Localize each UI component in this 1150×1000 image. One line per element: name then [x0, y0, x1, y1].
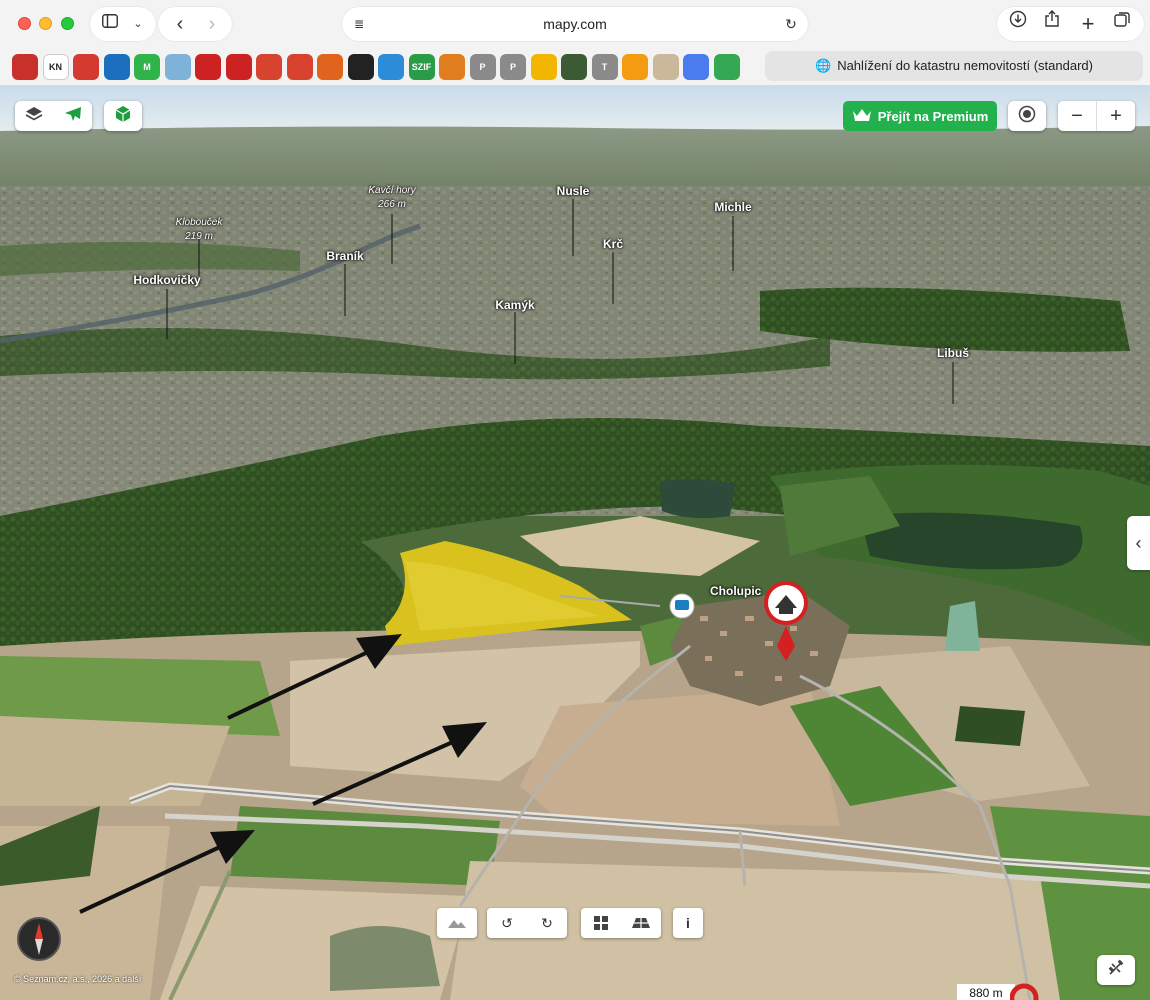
place-label-kloboucek[interactable]: Klobouček 219 m	[176, 216, 223, 244]
tab-overview-icon[interactable]	[1107, 7, 1137, 41]
terrain-toggle-group	[437, 908, 477, 938]
browser-titlebar: ⌄ ‹ › ≣ mapy.com ↻ +	[0, 0, 1150, 48]
3d-view-button[interactable]	[104, 101, 142, 131]
favorites-bar: 🌐 Nahlížení do katastru nemovitostí (stan…	[0, 48, 1150, 86]
perspective-view-icon[interactable]	[621, 908, 661, 938]
close-window-button[interactable]	[18, 17, 31, 30]
satellite-icon	[1107, 959, 1125, 982]
fav-11-icon[interactable]	[317, 54, 343, 80]
fav-15-icon[interactable]	[439, 54, 465, 80]
fav-24-icon[interactable]	[713, 54, 740, 80]
fav-p1-icon[interactable]: P	[469, 54, 496, 80]
sidebar-toggle-group: ⌄	[90, 7, 156, 41]
fav-szif-icon[interactable]: SZIF	[408, 54, 435, 80]
zoom-out-button[interactable]: −	[1058, 101, 1096, 131]
satellite-layer-button[interactable]	[1097, 955, 1135, 985]
back-button[interactable]: ‹	[166, 7, 194, 41]
download-icon[interactable]	[1003, 7, 1033, 41]
fav-10-icon[interactable]	[286, 54, 313, 80]
crown-icon	[852, 108, 872, 125]
zoom-in-button[interactable]: +	[1096, 101, 1135, 131]
place-label-kamyk[interactable]: Kamýk	[495, 298, 534, 312]
place-label-libus[interactable]: Libuš	[937, 346, 969, 360]
top-down-view-icon[interactable]	[581, 908, 621, 938]
place-label-nusle[interactable]: Nusle	[557, 184, 590, 198]
side-panel-toggle[interactable]: ‹	[1127, 516, 1150, 570]
fav-t-icon[interactable]: T	[591, 54, 618, 80]
navigation-group: ‹ ›	[158, 7, 232, 41]
place-label-michle[interactable]: Michle	[714, 200, 751, 214]
fav-1-icon[interactable]	[12, 54, 38, 80]
place-name: Klobouček	[175, 217, 223, 228]
copyright-text[interactable]: © Seznam.cz, a.s., 2026 a další	[14, 974, 141, 984]
chevron-down-icon[interactable]: ⌄	[126, 7, 150, 41]
fav-9-icon[interactable]	[256, 54, 282, 80]
place-label-cholupice[interactable]: Cholupic	[710, 584, 761, 598]
place-label-krc[interactable]: Krč	[603, 237, 623, 251]
fav-kn-icon[interactable]: KN	[42, 54, 69, 80]
place-label-branik[interactable]: Braník	[326, 249, 363, 263]
fav-12-icon[interactable]	[347, 54, 374, 80]
fav-m-icon[interactable]: M	[134, 54, 160, 80]
rotate-right-icon[interactable]: ↻	[527, 908, 567, 938]
place-elevation: 266 m	[378, 199, 406, 210]
terrain-mountain-icon[interactable]	[437, 908, 477, 938]
maximize-window-button[interactable]	[61, 17, 74, 30]
sidebar-icon[interactable]	[98, 7, 122, 41]
satellite-3d-terrain	[0, 86, 1150, 1000]
layer-mode-group	[15, 101, 92, 131]
place-name: Kavčí hory	[368, 185, 416, 196]
fav-21-icon[interactable]	[622, 54, 648, 80]
reload-icon[interactable]: ↻	[780, 7, 802, 41]
place-elevation: 219 m	[185, 231, 213, 242]
mapy-logo-icon	[1010, 983, 1039, 1000]
compass-icon[interactable]	[17, 917, 61, 961]
fav-23-icon[interactable]	[683, 54, 709, 80]
premium-label: Přejít na Premium	[877, 108, 989, 124]
fav-p2-icon[interactable]: P	[500, 54, 526, 80]
zoom-control: − +	[1058, 101, 1135, 131]
minimize-window-button[interactable]	[39, 17, 52, 30]
place-label-kavci-hory[interactable]: Kavčí hory 266 m	[368, 184, 415, 212]
layers-icon[interactable]	[25, 106, 43, 127]
premium-button[interactable]: Přejít na Premium	[843, 101, 997, 131]
rotate-group: ↺ ↻	[487, 908, 567, 938]
share-icon[interactable]	[1037, 7, 1067, 41]
airplane-icon[interactable]	[64, 105, 82, 128]
place-label-hodkovicky[interactable]: Hodkovičky	[133, 273, 200, 287]
map-scale: 880 m	[957, 984, 1015, 1000]
tab-katastr[interactable]: 🌐 Nahlížení do katastru nemovitostí (stan…	[765, 51, 1143, 81]
map-viewport[interactable]: Kavčí hory 266 m Klobouček 219 m Nusle Mic…	[0, 86, 1150, 1000]
fav-18-icon[interactable]	[530, 54, 557, 80]
tab-title: Nahlížení do katastru nemovitostí (stand…	[837, 58, 1093, 73]
fav-3-icon[interactable]	[73, 54, 99, 80]
fav-13-icon[interactable]	[378, 54, 404, 80]
info-button[interactable]: i	[673, 908, 703, 938]
url-text: mapy.com	[543, 16, 607, 32]
new-tab-icon[interactable]: +	[1073, 7, 1103, 41]
info-group: i	[673, 908, 703, 938]
rotate-left-icon[interactable]: ↺	[487, 908, 527, 938]
fav-22-icon[interactable]	[652, 54, 679, 80]
fav-8-icon[interactable]	[225, 54, 252, 80]
view-angle-group	[581, 908, 661, 938]
address-bar[interactable]: ≣ mapy.com ↻	[342, 7, 808, 41]
target-icon	[1018, 105, 1036, 128]
fav-7-icon[interactable]	[195, 54, 221, 80]
fav-4-icon[interactable]	[103, 54, 130, 80]
globe-icon: 🌐	[815, 58, 832, 73]
fav-19-icon[interactable]	[561, 54, 587, 80]
fav-6-icon[interactable]	[164, 54, 191, 80]
toolbar-right-group: +	[997, 7, 1144, 41]
forward-button[interactable]: ›	[198, 7, 226, 41]
locate-me-button[interactable]	[1008, 101, 1046, 131]
cube-icon	[114, 105, 132, 128]
chevron-left-icon: ‹	[1135, 532, 1142, 553]
